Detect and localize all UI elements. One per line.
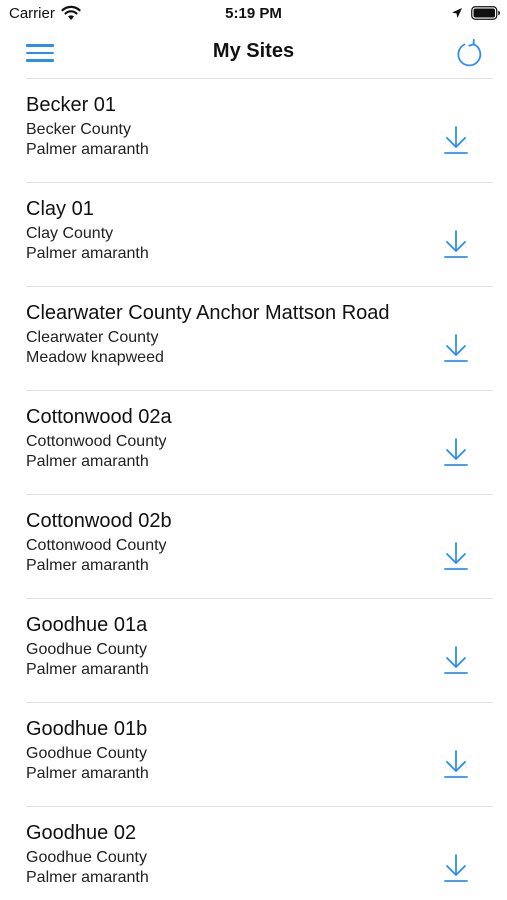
list-item[interactable]: Clearwater County Anchor Mattson Road Cl… [26,286,493,390]
app-screen: Carrier 5:19 PM My Sites Becker 01 Becke… [0,0,507,900]
site-species: Palmer amaranth [26,869,149,886]
site-species: Palmer amaranth [26,245,149,262]
location-arrow-icon [452,8,462,18]
site-county: Goodhue County [26,849,147,866]
download-icon[interactable] [442,749,470,781]
list-item[interactable]: Clay 01 Clay County Palmer amaranth [26,182,493,286]
status-time: 5:19 PM [225,5,282,22]
site-name: Goodhue 02 [26,822,137,844]
site-county: Goodhue County [26,745,147,762]
list-item[interactable]: Cottonwood 02b Cottonwood County Palmer … [26,494,493,598]
site-species: Palmer amaranth [26,557,149,574]
download-icon[interactable] [442,853,470,885]
download-icon[interactable] [442,437,470,469]
list-item[interactable]: Cottonwood 02a Cottonwood County Palmer … [26,390,493,494]
list-item[interactable]: Goodhue 01a Goodhue County Palmer amaran… [26,598,493,702]
site-species: Palmer amaranth [26,765,149,782]
site-name: Cottonwood 02a [26,406,172,428]
site-species: Palmer amaranth [26,141,149,158]
site-county: Becker County [26,121,131,138]
list-item[interactable]: Goodhue 01b Goodhue County Palmer amaran… [26,702,493,806]
navigation-bar: My Sites [0,28,507,78]
download-icon[interactable] [442,645,470,677]
refresh-icon[interactable] [453,37,485,69]
site-species: Palmer amaranth [26,453,149,470]
site-name: Goodhue 01b [26,718,148,740]
download-icon[interactable] [442,333,470,365]
site-species: Meadow knapweed [26,349,164,366]
battery-icon [471,6,500,20]
download-icon[interactable] [442,125,470,157]
list-item[interactable]: Goodhue 02 Goodhue County Palmer amarant… [26,806,493,900]
site-name: Clay 01 [26,198,94,220]
download-icon[interactable] [442,541,470,573]
download-icon[interactable] [442,229,470,261]
site-county: Goodhue County [26,641,147,658]
sites-list: Becker 01 Becker County Palmer amaranth … [0,78,507,900]
site-species: Palmer amaranth [26,661,149,678]
site-county: Cottonwood County [26,433,167,450]
site-name: Cottonwood 02b [26,510,172,532]
list-item[interactable]: Becker 01 Becker County Palmer amaranth [26,78,493,182]
site-county: Clay County [26,225,114,242]
site-county: Cottonwood County [26,537,167,554]
site-name: Becker 01 [26,94,117,116]
status-bar: Carrier 5:19 PM [0,0,507,28]
page-title: My Sites [212,40,295,62]
site-county: Clearwater County [26,329,159,346]
site-name: Clearwater County Anchor Mattson Road [26,302,390,324]
site-name: Goodhue 01a [26,614,148,636]
